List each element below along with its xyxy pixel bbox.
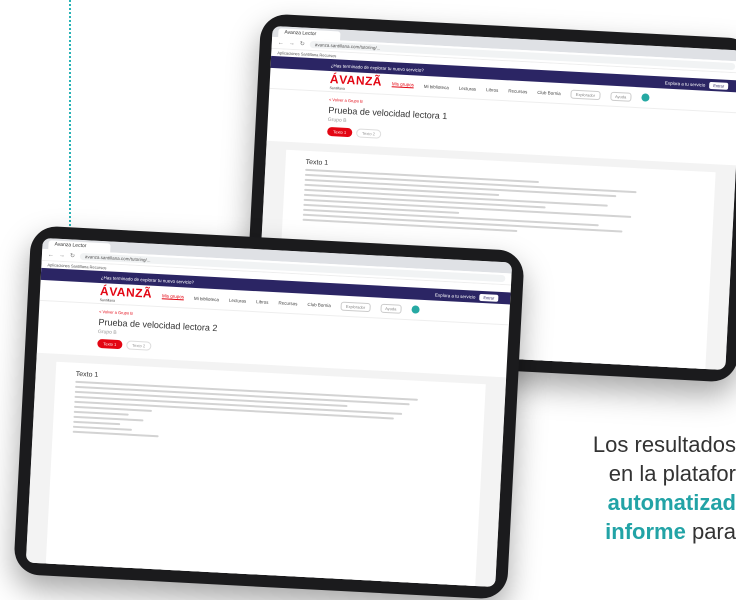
- tablet-2-screen: Avanza Lector ← → ↻ avanza.santillana.co…: [25, 237, 513, 588]
- banner-right-text: Explora a tu servicio: [434, 292, 476, 300]
- nav-lecturas[interactable]: Lecturas: [459, 85, 477, 91]
- banner-right: Explora a tu servicio Entrar: [434, 292, 499, 302]
- avatar[interactable]: [411, 305, 420, 314]
- back-arrow-icon[interactable]: ←: [278, 40, 284, 46]
- nav-mis-grupos[interactable]: Mis grupos: [161, 293, 185, 301]
- tab-texto-1[interactable]: Texto 1: [97, 338, 123, 350]
- brand[interactable]: ÁVANZÃ Santillana: [329, 72, 382, 93]
- caption-line-2: en la platafor: [608, 461, 736, 486]
- caption-text: Los resultados en la platafor automatiza…: [496, 430, 736, 546]
- banner-right: Explora a tu servicio Entrar: [664, 80, 729, 90]
- nav-club[interactable]: Club Bornia: [537, 89, 561, 95]
- nav-libros[interactable]: Libros: [256, 299, 269, 305]
- reading-card: Texto 1: [45, 361, 486, 588]
- text-line: [73, 420, 121, 426]
- caption-bold: informe: [605, 519, 686, 544]
- text-line: [72, 425, 132, 431]
- nav-recursos[interactable]: Recursos: [278, 300, 297, 306]
- nav-club[interactable]: Club Bornia: [307, 301, 331, 307]
- nav-mi-biblioteca[interactable]: Mi biblioteca: [194, 295, 219, 301]
- help-pill[interactable]: Ayuda: [379, 303, 402, 314]
- tab-texto-2[interactable]: Texto 2: [126, 340, 152, 351]
- caption-line-1: Los resultados: [592, 432, 736, 457]
- help-pill[interactable]: Ayuda: [609, 91, 632, 102]
- caption-rest: para: [685, 519, 736, 544]
- forward-arrow-icon[interactable]: →: [289, 40, 295, 46]
- nav-libros[interactable]: Libros: [486, 87, 499, 93]
- tab-texto-1[interactable]: Texto 1: [327, 126, 353, 138]
- nav-mi-biblioteca[interactable]: Mi biblioteca: [424, 83, 449, 89]
- forward-arrow-icon[interactable]: →: [59, 252, 65, 258]
- nav-mis-grupos[interactable]: Mis grupos: [391, 81, 415, 89]
- brand[interactable]: ÁVANZÃ Santillana: [100, 284, 153, 305]
- nav-lecturas[interactable]: Lecturas: [229, 297, 247, 303]
- banner-button[interactable]: Entrar: [709, 81, 729, 90]
- caption-line-3: automatizad: [607, 490, 736, 515]
- reload-icon[interactable]: ↻: [70, 252, 75, 259]
- banner-button[interactable]: Entrar: [479, 293, 499, 302]
- back-arrow-icon[interactable]: ←: [48, 252, 54, 258]
- tab-texto-2[interactable]: Texto 2: [355, 128, 382, 139]
- reading-area: Texto 1: [25, 352, 507, 588]
- avatar[interactable]: [641, 93, 650, 102]
- text-line: [72, 430, 159, 438]
- caption-line-4: informe para: [496, 517, 736, 546]
- text-line: [73, 410, 129, 416]
- nav-recursos[interactable]: Recursos: [508, 88, 527, 94]
- explorer-pill[interactable]: Explorador: [340, 301, 371, 312]
- banner-right-text: Explora a tu servicio: [664, 80, 706, 88]
- tablet-2: Avanza Lector ← → ↻ avanza.santillana.co…: [13, 225, 525, 600]
- explorer-pill[interactable]: Explorador: [570, 89, 601, 100]
- reload-icon[interactable]: ↻: [300, 40, 305, 47]
